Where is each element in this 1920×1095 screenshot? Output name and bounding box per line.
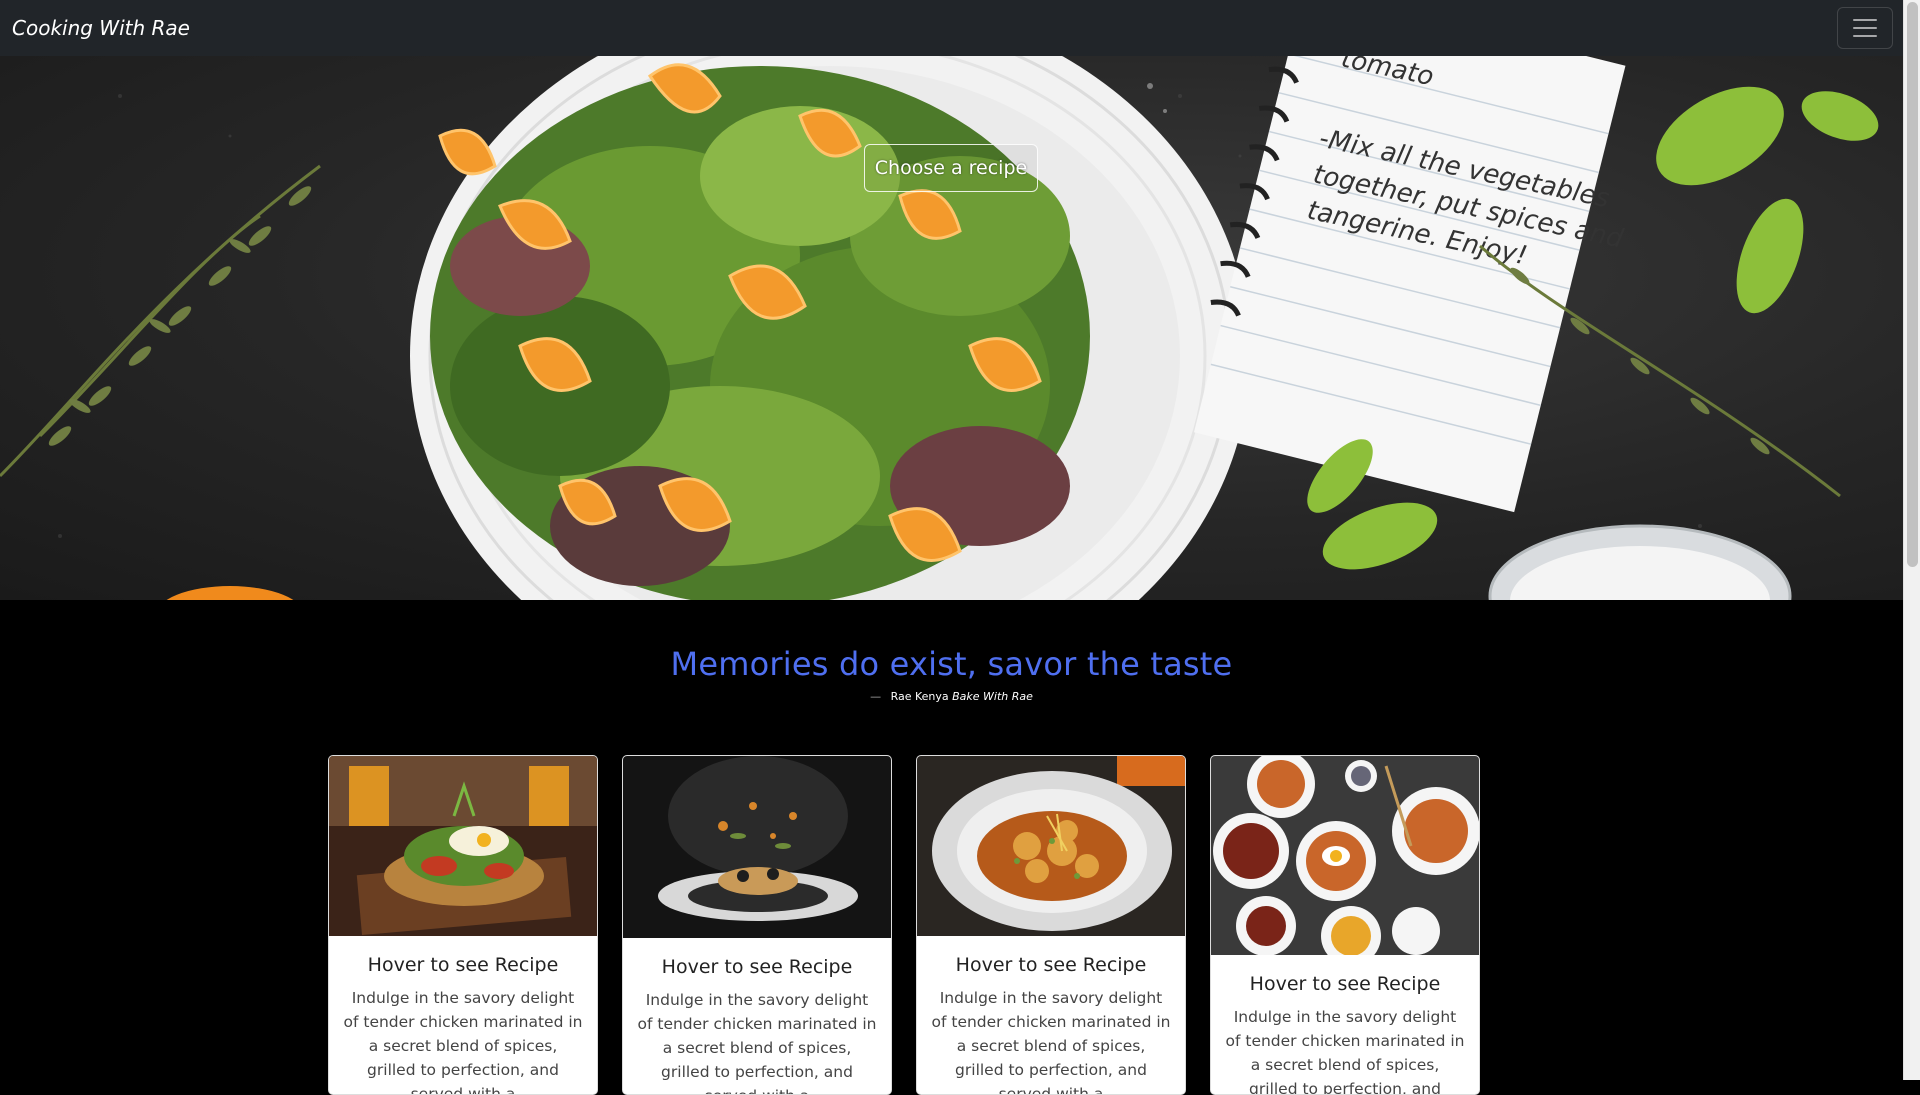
- card-body: Hover to see Recipe Indulge in the savor…: [329, 936, 597, 1095]
- quote-text: Memories do exist, savor the taste: [670, 645, 1233, 683]
- card-title: Hover to see Recipe: [1249, 973, 1441, 995]
- hamburger-line: [1853, 27, 1877, 29]
- quote-source: Bake With Rae: [952, 690, 1033, 703]
- quote-dash: —: [870, 690, 882, 703]
- quote-author: Rae Kenya: [890, 690, 949, 703]
- recipe-card[interactable]: Hover to see Recipe Indulge in the savor…: [1210, 755, 1480, 1095]
- hamburger-menu-icon[interactable]: [1837, 7, 1893, 49]
- navbar: Cooking With Rae: [0, 0, 1903, 56]
- card-title: Hover to see Recipe: [367, 954, 559, 976]
- hamburger-line: [1853, 19, 1877, 21]
- page-scrollbar[interactable]: [1903, 0, 1920, 1080]
- card-body: Hover to see Recipe Indulge in the savor…: [1211, 955, 1479, 1095]
- recipe-card[interactable]: Hover to see Recipe Indulge in the savor…: [622, 755, 892, 1095]
- recipe-image: [1211, 756, 1479, 955]
- card-text: Indulge in the savory delight of tender …: [637, 991, 877, 1094]
- choose-recipe-button[interactable]: Choose a recipe: [864, 144, 1038, 192]
- hero-image: tomato -Mix all the vegetables together,…: [0, 56, 1879, 600]
- hero-banner: tomato -Mix all the vegetables together,…: [0, 56, 1903, 600]
- card-title: Hover to see Recipe: [955, 954, 1147, 976]
- recipe-card[interactable]: Hover to see Recipe Indulge in the savor…: [328, 755, 598, 1095]
- card-title: Hover to see Recipe: [661, 956, 853, 978]
- card-body: Hover to see Recipe Indulge in the savor…: [917, 936, 1185, 1095]
- recipe-image: [329, 756, 597, 936]
- hamburger-line: [1853, 35, 1877, 37]
- scrollbar-thumb[interactable]: [1907, 2, 1918, 567]
- card-text: Indulge in the savory delight of tender …: [343, 989, 583, 1095]
- quote-credit: — Rae Kenya Bake With Rae: [0, 690, 1903, 703]
- card-text: Indulge in the savory delight of tender …: [931, 989, 1171, 1095]
- recipe-image: [917, 756, 1185, 936]
- card-text: Indulge in the savory delight of tender …: [1225, 1008, 1465, 1095]
- card-body: Hover to see Recipe Indulge in the savor…: [623, 938, 891, 1094]
- recipe-card[interactable]: Hover to see Recipe Indulge in the savor…: [916, 755, 1186, 1095]
- brand-logo[interactable]: Cooking With Rae: [12, 16, 190, 40]
- recipe-image: [623, 756, 891, 938]
